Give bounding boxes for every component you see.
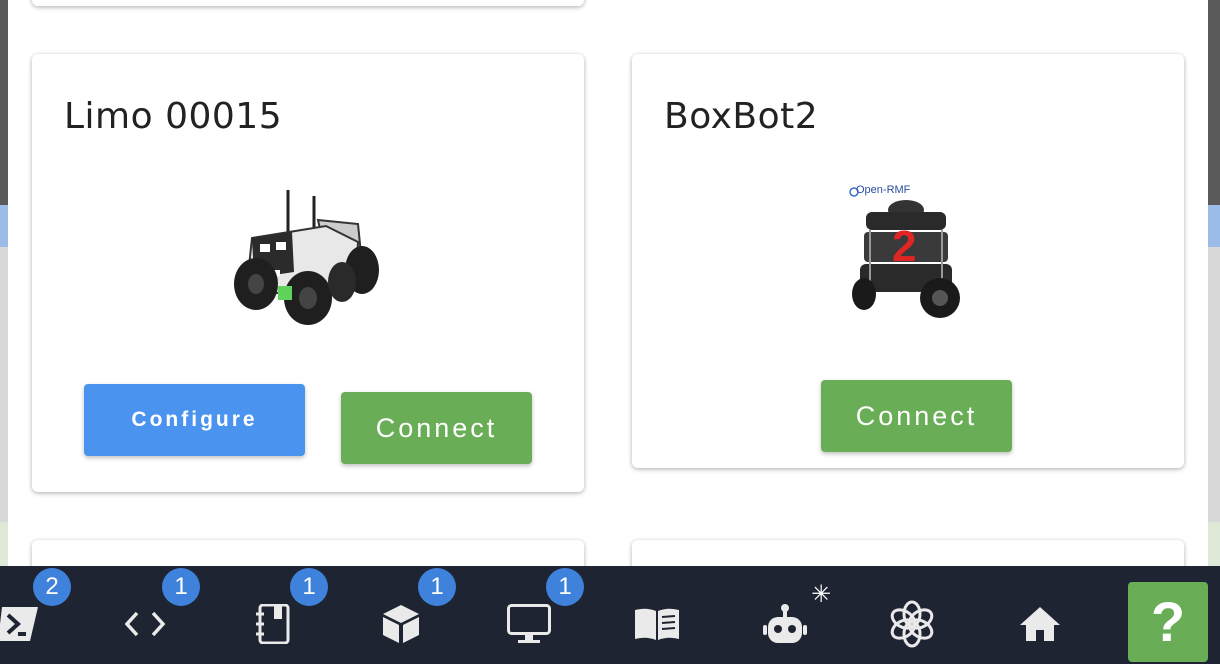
ai-assistant-tool-button[interactable] bbox=[872, 566, 952, 664]
notification-badge: 1 bbox=[162, 568, 200, 606]
robot-icon bbox=[763, 604, 807, 643]
robot-name: Limo 00015 bbox=[64, 96, 283, 137]
robot-number-label: 2 bbox=[892, 222, 917, 271]
code-tool-button[interactable]: 1 bbox=[105, 566, 200, 664]
code-icon bbox=[124, 611, 166, 637]
book-icon bbox=[635, 608, 679, 640]
configure-button[interactable]: Configure bbox=[84, 384, 305, 456]
notification-badge: 1 bbox=[418, 568, 456, 606]
home-icon bbox=[1020, 607, 1060, 641]
monitor-icon bbox=[507, 604, 551, 643]
robot-name: BoxBot2 bbox=[664, 96, 819, 137]
openrmf-logo-text: Open-RMF bbox=[856, 184, 911, 196]
home-tool-button[interactable] bbox=[1000, 566, 1080, 664]
background-strip bbox=[0, 205, 8, 247]
robot-card bbox=[632, 540, 1184, 566]
monitor-tool-button[interactable]: 1 bbox=[489, 566, 584, 664]
terminal-tool-button[interactable]: 2 bbox=[0, 566, 71, 664]
background-strip bbox=[1208, 205, 1220, 247]
background-strip bbox=[0, 247, 8, 522]
notification-badge: 1 bbox=[290, 568, 328, 606]
bottom-toolbar: 2 1 1 1 1 ✳ bbox=[0, 566, 1220, 664]
notification-badge: 2 bbox=[33, 568, 71, 606]
robot-card-boxbot: BoxBot2 Open-RMF 2 Connect bbox=[632, 54, 1184, 468]
package-tool-button[interactable]: 1 bbox=[361, 566, 456, 664]
background-strip bbox=[1208, 522, 1220, 566]
box-icon bbox=[383, 605, 419, 643]
robot-status-marker: ✳ bbox=[811, 580, 832, 608]
robot-list-panel: Limo 00015 Configure Connect BoxBot2 Ope… bbox=[8, 0, 1208, 566]
limo-robot-image bbox=[234, 190, 379, 325]
notebook-icon bbox=[256, 604, 290, 644]
notification-badge: 1 bbox=[546, 568, 584, 606]
terminal-icon bbox=[0, 607, 38, 641]
robot-tool-button[interactable]: ✳ bbox=[745, 566, 831, 664]
background-strip bbox=[0, 522, 8, 566]
docs-tool-button[interactable] bbox=[617, 566, 697, 664]
background-strip bbox=[1208, 247, 1220, 522]
notebook-tool-button[interactable]: 1 bbox=[233, 566, 328, 664]
boxbot-robot-image: Open-RMF 2 bbox=[842, 182, 972, 322]
openai-icon bbox=[890, 600, 934, 648]
connect-button[interactable]: Connect bbox=[341, 392, 532, 464]
help-button[interactable]: ? bbox=[1128, 582, 1208, 662]
robot-card bbox=[32, 540, 584, 566]
connect-button[interactable]: Connect bbox=[821, 380, 1012, 452]
robot-card-limo: Limo 00015 Configure Connect bbox=[32, 54, 584, 492]
robot-card bbox=[32, 0, 584, 6]
